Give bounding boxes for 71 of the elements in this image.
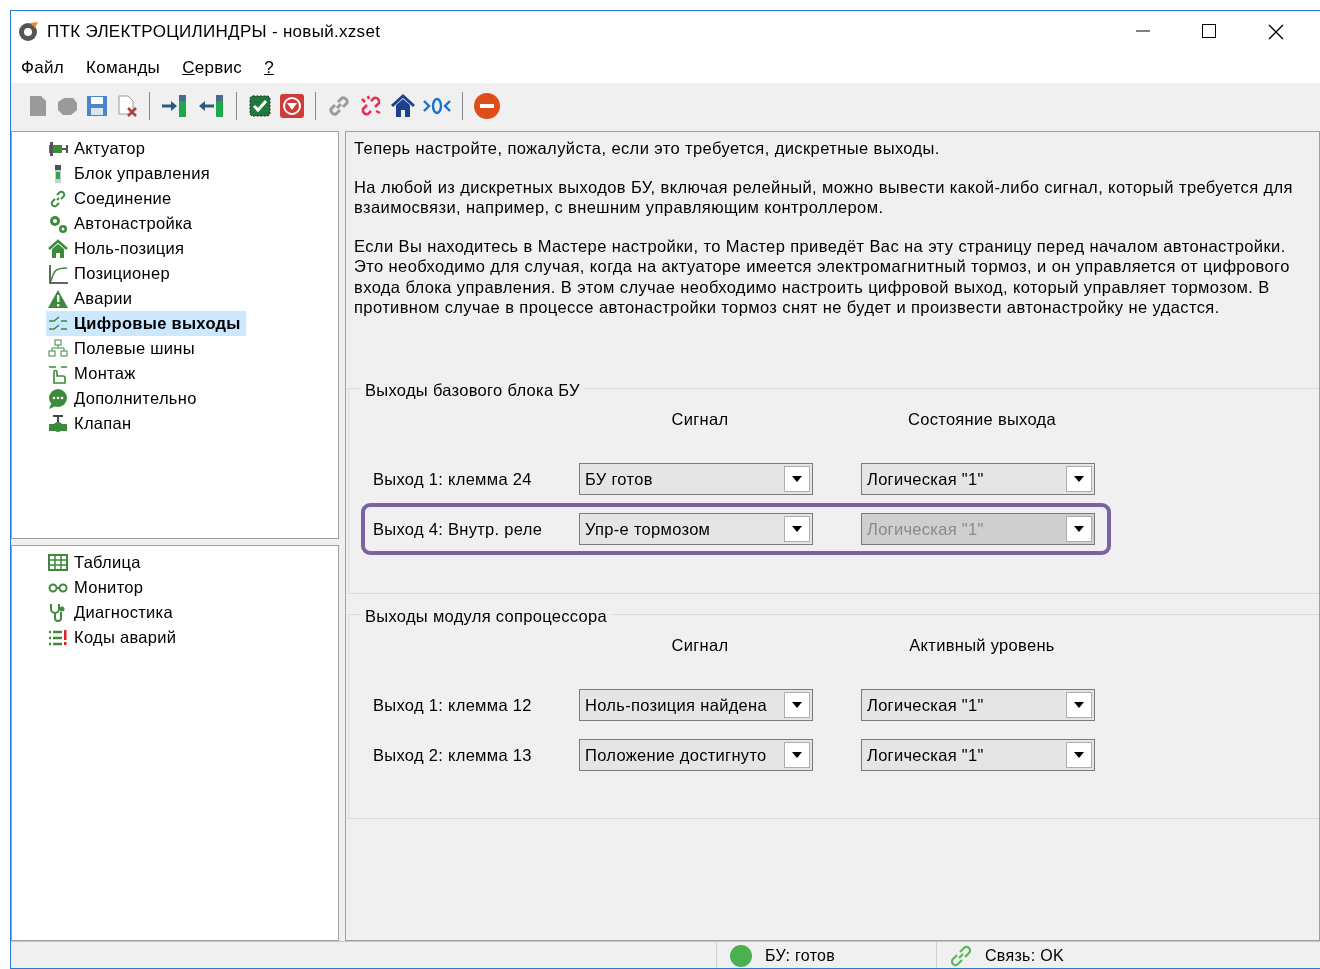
- tree-item[interactable]: Автонастройка: [46, 211, 198, 236]
- tree-item[interactable]: Дополнительно: [46, 386, 202, 411]
- stop-icon[interactable]: [279, 93, 305, 119]
- tree-item[interactable]: Полевые шины: [46, 336, 200, 361]
- menu-item[interactable]: Сервис: [182, 55, 243, 81]
- status-text: БУ: готов: [765, 945, 836, 966]
- row-label: Выход 1: клемма 24: [373, 468, 533, 490]
- column-header: Активный уровень: [908, 634, 1056, 656]
- stop-sign-icon[interactable]: [473, 92, 501, 120]
- tree-item[interactable]: Клапан: [46, 411, 137, 436]
- column-header: Сигнал: [670, 408, 730, 430]
- column-header: Состояние выхода: [907, 408, 1057, 430]
- tree-item[interactable]: Коды аварий: [46, 625, 182, 650]
- tree-item[interactable]: Диагностика: [46, 600, 178, 625]
- tree-item[interactable]: Ноль-позиция: [46, 236, 190, 261]
- save-icon[interactable]: [85, 94, 109, 118]
- warning-icon: [48, 288, 68, 309]
- tree-item[interactable]: Позиционер: [46, 261, 175, 286]
- dropdown[interactable]: Положение достигнуто: [579, 739, 813, 772]
- table-icon: [48, 552, 68, 573]
- menu-item[interactable]: Команды: [86, 55, 161, 81]
- home-icon: [48, 238, 68, 259]
- caret-icon: [792, 752, 802, 759]
- dropdown[interactable]: Логическая "1": [861, 463, 1095, 496]
- caret-icon: [1074, 476, 1084, 483]
- valve-icon: [48, 413, 68, 434]
- dropdown[interactable]: Логическая "1": [861, 739, 1095, 772]
- status-text: Связь: OK: [985, 945, 1064, 966]
- close-icon[interactable]: [1268, 24, 1284, 40]
- chip-check-icon[interactable]: [247, 93, 273, 119]
- link-icon: [949, 943, 973, 968]
- dropdown[interactable]: Логическая "1": [861, 689, 1095, 722]
- dropdown[interactable]: Упр-е тормозом: [579, 513, 813, 546]
- tree-item[interactable]: Соединение: [46, 186, 177, 211]
- row-label: Выход 1: клемма 12: [373, 694, 533, 716]
- caret-icon: [1074, 752, 1084, 759]
- app-logo-icon: [17, 21, 39, 43]
- caret-icon: [792, 476, 802, 483]
- caret-icon: [1074, 526, 1084, 533]
- menu-item[interactable]: Файл: [21, 55, 64, 81]
- dropdown[interactable]: Ноль-позиция найдена: [579, 689, 813, 722]
- tree-item[interactable]: Блок управления: [46, 161, 215, 186]
- maximize-icon[interactable]: [1202, 24, 1216, 38]
- tree-item[interactable]: Монтаж: [46, 361, 141, 386]
- alarm-list-icon: [48, 627, 68, 648]
- link-icon[interactable]: [326, 93, 352, 119]
- close-document-icon[interactable]: [115, 94, 139, 118]
- tree-item[interactable]: Таблица: [46, 550, 146, 575]
- paragraph: Если Вы находитесь в Мастере настройки, то Мастер приведёт Вас на эту страницу перед началом автонастройки. Это необходимо для случая, когда на актуаторе имеется электромагнитный тормоз, и он управляется от цифрового входа блока управления. В этом случае необходимо настроить цифровой выход, который управляет тормозом. В противном случае в процессе автонастройки тормоз снят не будет и произвести автонастройку не удастся.: [354, 235, 1291, 318]
- caret-icon: [792, 702, 802, 709]
- tree-item[interactable]: Цифровые выходы: [46, 311, 246, 336]
- menu-item[interactable]: ?: [264, 55, 274, 81]
- row-label: Выход 2: клемма 13: [373, 744, 533, 766]
- caret-icon: [792, 526, 802, 533]
- window-title: ПТК ЭЛЕКТРОЦИЛИНДРЫ - новый.xzset: [47, 21, 381, 44]
- tree-item[interactable]: Монитор: [46, 575, 149, 600]
- step-response-icon: [48, 263, 68, 284]
- network-icon: [48, 338, 68, 359]
- row-label: Выход 4: Внутр. реле: [373, 518, 544, 540]
- caret-icon: [1074, 702, 1084, 709]
- home-icon[interactable]: [390, 93, 416, 119]
- link-icon: [48, 188, 68, 209]
- paragraph: Теперь настройте, пожалуйста, если это требуется, дискретные выходы.: [354, 138, 941, 159]
- tree-item[interactable]: Аварии: [46, 286, 138, 311]
- dropdown[interactable]: БУ готов: [579, 463, 813, 496]
- tree-item[interactable]: Актуатор: [46, 136, 151, 161]
- chat-icon: [48, 388, 68, 409]
- column-header: Сигнал: [670, 634, 730, 656]
- paragraph: На любой из дискретных выходов БУ, включая релейный, можно вывести какой-либо сигнал, который требуется для взаимосвязи, например, с внешним управляющим контроллером.: [354, 176, 1294, 218]
- document-icon[interactable]: [27, 94, 49, 118]
- status-dot-icon: [729, 943, 753, 968]
